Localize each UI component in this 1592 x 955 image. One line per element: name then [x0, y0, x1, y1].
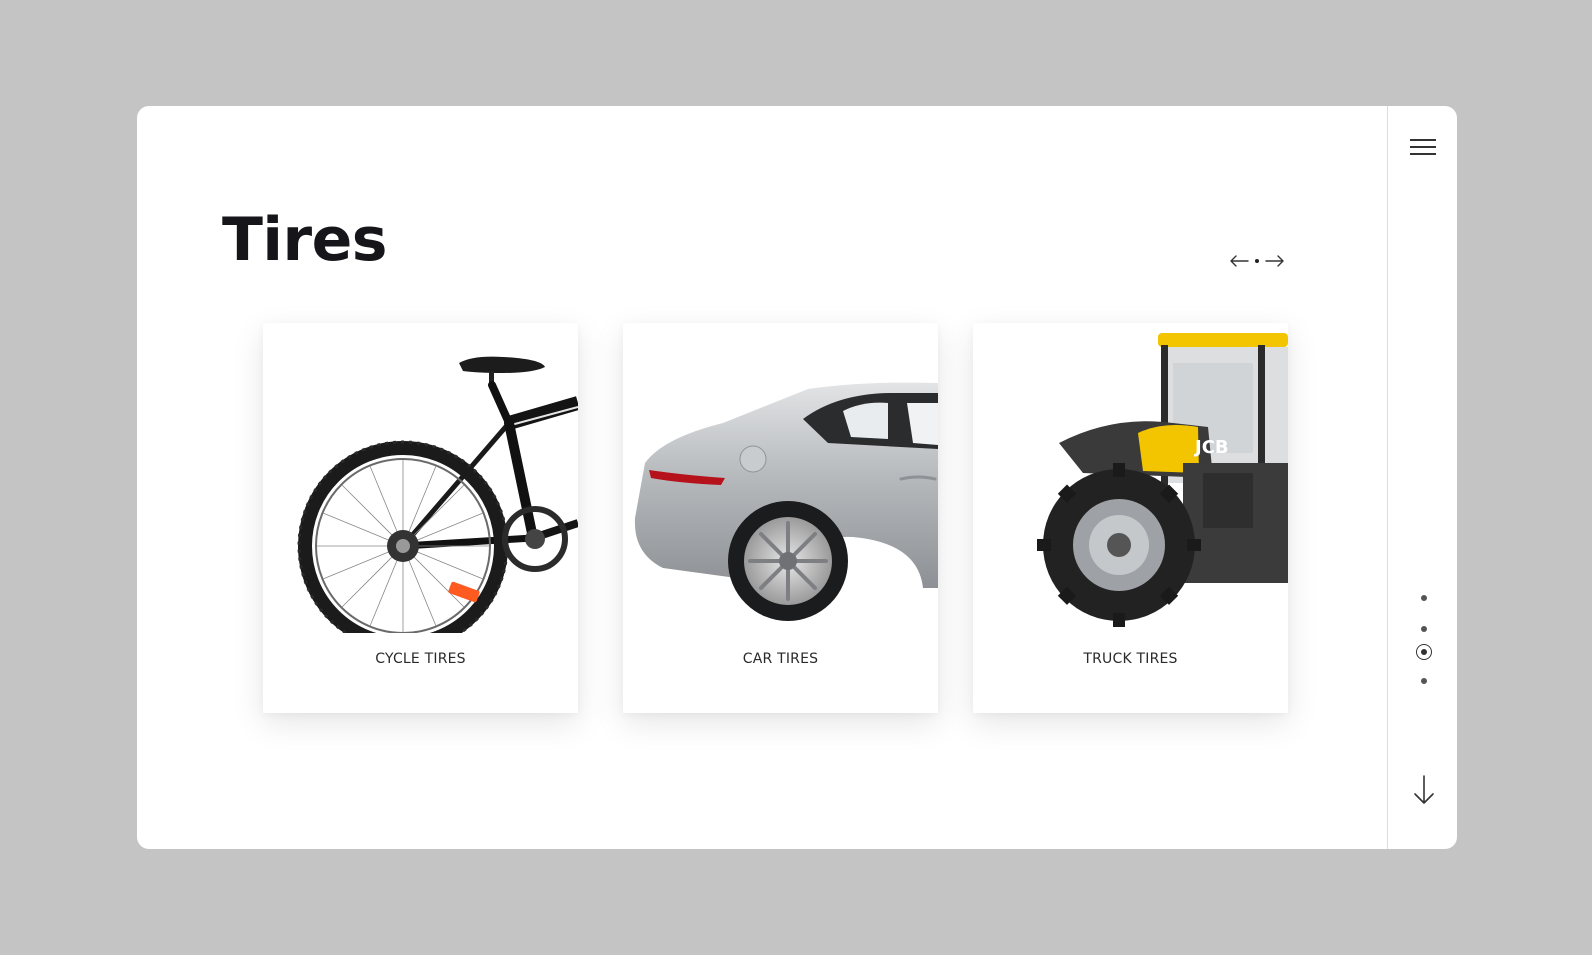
card-label: CYCLE TIRES: [375, 651, 466, 667]
card-cycle-tires[interactable]: CYCLE TIRES: [263, 323, 578, 713]
section-dot-1[interactable]: [1421, 595, 1427, 601]
menu-line: [1410, 153, 1436, 155]
jcb-logo: JCB: [1193, 437, 1229, 458]
car-image: [634, 382, 938, 621]
slider-indicator-dot: [1255, 259, 1259, 263]
card-label: TRUCK TIRES: [1083, 651, 1178, 667]
arrow-right-icon[interactable]: [1265, 254, 1285, 268]
slider-nav: [1229, 254, 1285, 268]
section-dot-3-active[interactable]: [1416, 644, 1432, 660]
section-dot-2[interactable]: [1421, 626, 1427, 632]
hamburger-menu-icon[interactable]: [1410, 139, 1436, 157]
section-dot-4[interactable]: [1421, 678, 1427, 684]
section-pagination: [1388, 593, 1457, 703]
menu-line: [1410, 146, 1436, 148]
bicycle-image: [297, 356, 578, 633]
menu-line: [1410, 139, 1436, 141]
card-car-tires[interactable]: CAR TIRES: [623, 323, 938, 713]
card-truck-tires[interactable]: JCB TRUCK TIRES: [973, 323, 1288, 713]
card-label: CAR TIRES: [742, 651, 819, 667]
arrow-left-icon[interactable]: [1229, 254, 1249, 268]
tractor-image: JCB: [1037, 333, 1288, 627]
sidebar: [1387, 106, 1457, 849]
main-panel: Tires CYCLE TIRES CAR TIRES JCB TRUCK TI…: [137, 106, 1457, 849]
arrow-down-icon[interactable]: [1412, 774, 1436, 806]
page-title: Tires: [222, 205, 388, 275]
